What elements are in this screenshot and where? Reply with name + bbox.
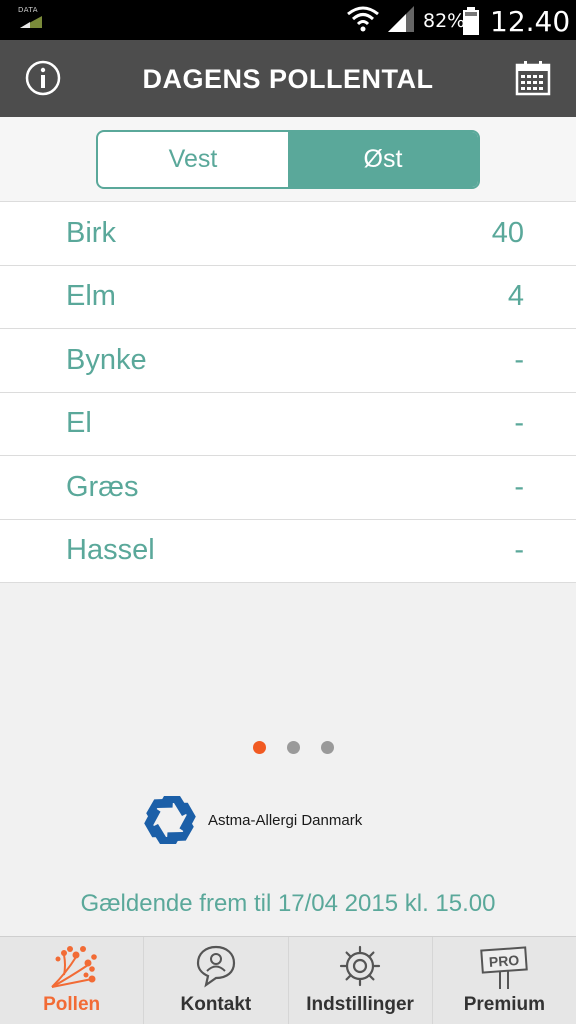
pro-sign-icon: PRO xyxy=(480,946,529,989)
tab-label: Premium xyxy=(463,994,546,1015)
contact-icon xyxy=(196,945,235,988)
bottom-tab-bar: Pollen Kontakt Indstillinger PRO Premium xyxy=(0,936,576,1024)
validity-text: Gældende frem til 17/04 2015 kl. 15.00 xyxy=(80,890,496,917)
page-dot-1[interactable] xyxy=(252,741,266,754)
pollen-name: Elm xyxy=(66,280,116,313)
pollen-count: 4 xyxy=(507,280,524,313)
calendar-icon xyxy=(515,61,551,96)
sponsor-name: Astma-Allergi Danmark xyxy=(208,811,363,829)
tab-label: Kontakt xyxy=(180,994,252,1015)
pollen-count: - xyxy=(514,534,524,567)
tab-label: Indstillinger xyxy=(306,994,414,1015)
data-indicator: DATA xyxy=(18,6,44,30)
data-arrow-icon xyxy=(20,16,42,28)
gear-icon xyxy=(340,945,381,987)
pollen-list: Birk 40 Elm 4 Bynke - El - Græs - Hassel… xyxy=(0,201,576,583)
battery-percent: 82% xyxy=(423,10,466,32)
pollen-row-graes: Græs - xyxy=(0,456,576,520)
pollen-count: - xyxy=(514,407,524,440)
pollen-name: Hassel xyxy=(66,534,155,567)
pollen-icon xyxy=(50,946,97,988)
page-title: DAGENS POLLENTAL xyxy=(142,64,434,94)
region-toggle: Vest Øst xyxy=(96,130,480,189)
page-dot-2[interactable] xyxy=(286,741,300,754)
region-option-oest[interactable]: Øst xyxy=(288,132,478,187)
tab-pollen[interactable]: Pollen xyxy=(0,937,145,1024)
tab-premium[interactable]: PRO Premium xyxy=(433,937,576,1024)
battery-icon xyxy=(463,7,479,35)
pollen-count: - xyxy=(514,470,524,503)
tab-kontakt[interactable]: Kontakt xyxy=(144,937,289,1024)
pollen-row-elm: Elm 4 xyxy=(0,266,576,329)
region-option-vest[interactable]: Vest xyxy=(98,132,288,187)
status-bar: DATA 82% 12.40 xyxy=(0,0,576,40)
page-indicator xyxy=(0,741,576,754)
sponsor-logo: Astma-Allergi Danmark xyxy=(140,790,362,850)
pollen-row-el: El - xyxy=(0,393,576,456)
pollen-row-bynke: Bynke - xyxy=(0,329,576,393)
tab-label: Pollen xyxy=(43,994,101,1015)
pollen-row-hassel: Hassel - xyxy=(0,520,576,583)
pollen-count: 40 xyxy=(491,216,524,249)
pollen-count: - xyxy=(514,343,524,376)
pollen-name: Græs xyxy=(66,470,139,503)
region-selector-area: Vest Øst xyxy=(0,117,576,201)
calendar-button[interactable] xyxy=(514,60,552,98)
clock: 12.40 xyxy=(490,5,571,38)
astma-allergi-logo-icon xyxy=(144,796,196,844)
signal-icon xyxy=(388,6,414,32)
svg-text:PRO: PRO xyxy=(489,952,520,970)
wifi-icon xyxy=(347,6,379,32)
pollen-name: El xyxy=(66,407,92,440)
data-label: DATA xyxy=(18,6,39,14)
pollen-name: Birk xyxy=(66,216,116,249)
app-header: DAGENS POLLENTAL xyxy=(0,40,576,117)
page-dot-3[interactable] xyxy=(320,741,334,754)
pollen-row-birk: Birk 40 xyxy=(0,202,576,266)
tab-indstillinger[interactable]: Indstillinger xyxy=(289,937,433,1024)
pollen-name: Bynke xyxy=(66,343,147,376)
